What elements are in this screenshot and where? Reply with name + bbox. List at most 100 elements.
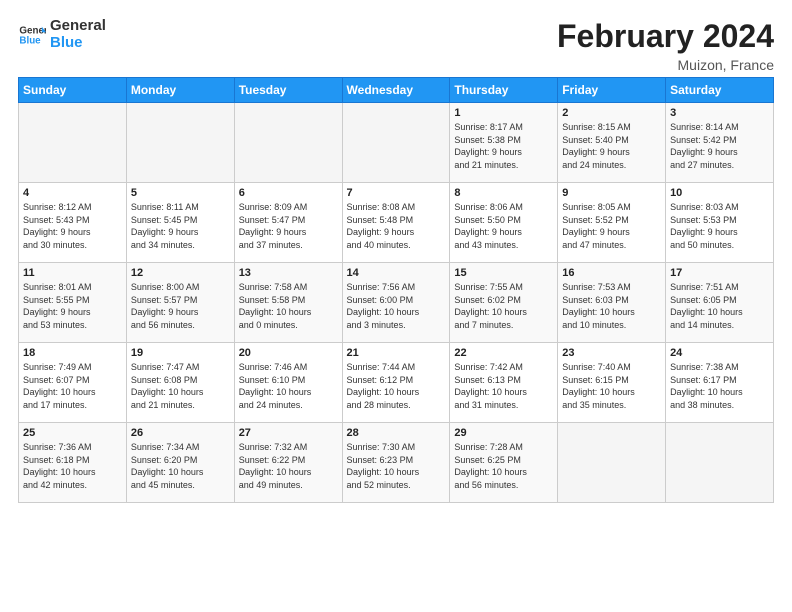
day-number: 29 [454,427,553,439]
day-info: Sunrise: 7:51 AM Sunset: 6:05 PM Dayligh… [670,281,769,331]
day-info: Sunrise: 8:14 AM Sunset: 5:42 PM Dayligh… [670,121,769,171]
calendar-cell: 10Sunrise: 8:03 AM Sunset: 5:53 PM Dayli… [666,183,774,263]
calendar-cell: 29 Sunrise: 7:28 AM Sunset: 6:25 PM Dayli… [450,423,558,503]
calendar-cell: 8 Sunrise: 8:06 AM Sunset: 5:50 PM Daylig… [450,183,558,263]
day-number: 19 [131,347,230,359]
day-info: Sunrise: 8:06 AM Sunset: 5:50 PM Dayligh… [454,201,553,251]
logo-icon: General Blue [18,21,46,49]
calendar-cell: 22Sunrise: 7:42 AM Sunset: 6:13 PM Dayli… [450,343,558,423]
day-number: 23 [562,347,661,359]
calendar-cell: 23Sunrise: 7:40 AM Sunset: 6:15 PM Dayli… [558,343,666,423]
day-info: Sunrise: 8:03 AM Sunset: 5:53 PM Dayligh… [670,201,769,251]
calendar-cell: 25Sunrise: 7:36 AM Sunset: 6:18 PM Dayli… [19,423,127,503]
calendar-cell: 26 Sunrise: 7:34 AM Sunset: 6:20 PM Dayli… [126,423,234,503]
day-info: Sunrise: 7:44 AM Sunset: 6:12 PM Dayligh… [347,361,446,411]
calendar-cell: 19Sunrise: 7:47 AM Sunset: 6:08 PM Dayli… [126,343,234,423]
day-info: Sunrise: 7:55 AM Sunset: 6:02 PM Dayligh… [454,281,553,331]
day-info: Sunrise: 7:32 AM Sunset: 6:22 PM Dayligh… [239,441,338,491]
day-info: Sunrise: 7:38 AM Sunset: 6:17 PM Dayligh… [670,361,769,411]
day-number: 15 [454,267,553,279]
calendar-week-1: 1 Sunrise: 8:17 AM Sunset: 5:38 PM Daylig… [19,103,774,183]
calendar-cell [19,103,127,183]
calendar-cell: 17 Sunrise: 7:51 AM Sunset: 6:05 PM Dayli… [666,263,774,343]
day-info: Sunrise: 7:53 AM Sunset: 6:03 PM Dayligh… [562,281,661,331]
day-number: 4 [23,187,122,199]
day-number: 6 [239,187,338,199]
col-saturday: Saturday [666,78,774,103]
calendar-week-4: 18Sunrise: 7:49 AM Sunset: 6:07 PM Dayli… [19,343,774,423]
calendar-cell: 18Sunrise: 7:49 AM Sunset: 6:07 PM Dayli… [19,343,127,423]
col-thursday: Thursday [450,78,558,103]
calendar-cell [234,103,342,183]
day-info: Sunrise: 8:17 AM Sunset: 5:38 PM Dayligh… [454,121,553,171]
calendar-week-3: 11 Sunrise: 8:01 AM Sunset: 5:55 PM Dayli… [19,263,774,343]
day-number: 27 [239,427,338,439]
day-info: Sunrise: 8:05 AM Sunset: 5:52 PM Dayligh… [562,201,661,251]
calendar-cell [126,103,234,183]
day-number: 17 [670,267,769,279]
day-number: 12 [131,267,230,279]
day-number: 9 [562,187,661,199]
day-number: 11 [23,267,122,279]
day-info: Sunrise: 8:15 AM Sunset: 5:40 PM Dayligh… [562,121,661,171]
calendar-cell: 20 Sunrise: 7:46 AM Sunset: 6:10 PM Dayli… [234,343,342,423]
day-info: Sunrise: 7:34 AM Sunset: 6:20 PM Dayligh… [131,441,230,491]
day-number: 14 [347,267,446,279]
logo: General Blue General Blue [18,18,106,51]
day-number: 1 [454,107,553,119]
day-number: 20 [239,347,338,359]
calendar-cell: 7 Sunrise: 8:08 AM Sunset: 5:48 PM Daylig… [342,183,450,263]
calendar-cell [558,423,666,503]
day-number: 8 [454,187,553,199]
day-number: 5 [131,187,230,199]
day-number: 3 [670,107,769,119]
title-block: February 2024 Muizon, France [557,18,774,73]
day-info: Sunrise: 7:30 AM Sunset: 6:23 PM Dayligh… [347,441,446,491]
day-info: Sunrise: 7:36 AM Sunset: 6:18 PM Dayligh… [23,441,122,491]
calendar-cell: 13 Sunrise: 7:58 AM Sunset: 5:58 PM Dayli… [234,263,342,343]
day-number: 26 [131,427,230,439]
calendar-cell: 4 Sunrise: 8:12 AM Sunset: 5:43 PM Daylig… [19,183,127,263]
col-friday: Friday [558,78,666,103]
day-info: Sunrise: 7:46 AM Sunset: 6:10 PM Dayligh… [239,361,338,411]
calendar-header: Sunday Monday Tuesday Wednesday Thursday… [19,78,774,103]
day-number: 2 [562,107,661,119]
calendar-table: Sunday Monday Tuesday Wednesday Thursday… [18,77,774,503]
day-number: 22 [454,347,553,359]
calendar-cell: 2 Sunrise: 8:15 AM Sunset: 5:40 PM Daylig… [558,103,666,183]
logo-blue: Blue [50,35,106,52]
day-number: 7 [347,187,446,199]
day-info: Sunrise: 8:08 AM Sunset: 5:48 PM Dayligh… [347,201,446,251]
day-number: 21 [347,347,446,359]
calendar-container: General Blue General Blue February 2024 … [0,0,792,513]
calendar-cell: 1 Sunrise: 8:17 AM Sunset: 5:38 PM Daylig… [450,103,558,183]
day-info: Sunrise: 7:58 AM Sunset: 5:58 PM Dayligh… [239,281,338,331]
col-wednesday: Wednesday [342,78,450,103]
calendar-cell: 9 Sunrise: 8:05 AM Sunset: 5:52 PM Daylig… [558,183,666,263]
calendar-cell: 12 Sunrise: 8:00 AM Sunset: 5:57 PM Dayli… [126,263,234,343]
calendar-cell [666,423,774,503]
location: Muizon, France [557,57,774,73]
day-info: Sunrise: 8:01 AM Sunset: 5:55 PM Dayligh… [23,281,122,331]
logo-general: General [50,18,106,35]
day-info: Sunrise: 8:11 AM Sunset: 5:45 PM Dayligh… [131,201,230,251]
calendar-cell: 11 Sunrise: 8:01 AM Sunset: 5:55 PM Dayli… [19,263,127,343]
day-info: Sunrise: 8:09 AM Sunset: 5:47 PM Dayligh… [239,201,338,251]
day-info: Sunrise: 8:00 AM Sunset: 5:57 PM Dayligh… [131,281,230,331]
header-row: General Blue General Blue February 2024 … [18,18,774,73]
col-monday: Monday [126,78,234,103]
day-info: Sunrise: 8:12 AM Sunset: 5:43 PM Dayligh… [23,201,122,251]
day-info: Sunrise: 7:28 AM Sunset: 6:25 PM Dayligh… [454,441,553,491]
calendar-week-5: 25Sunrise: 7:36 AM Sunset: 6:18 PM Dayli… [19,423,774,503]
calendar-body: 1 Sunrise: 8:17 AM Sunset: 5:38 PM Daylig… [19,103,774,503]
month-title: February 2024 [557,18,774,55]
calendar-cell: 3 Sunrise: 8:14 AM Sunset: 5:42 PM Daylig… [666,103,774,183]
calendar-cell: 21 Sunrise: 7:44 AM Sunset: 6:12 PM Dayli… [342,343,450,423]
day-number: 13 [239,267,338,279]
day-number: 16 [562,267,661,279]
calendar-week-2: 4 Sunrise: 8:12 AM Sunset: 5:43 PM Daylig… [19,183,774,263]
day-info: Sunrise: 7:49 AM Sunset: 6:07 PM Dayligh… [23,361,122,411]
day-number: 24 [670,347,769,359]
col-sunday: Sunday [19,78,127,103]
calendar-cell: 6 Sunrise: 8:09 AM Sunset: 5:47 PM Daylig… [234,183,342,263]
